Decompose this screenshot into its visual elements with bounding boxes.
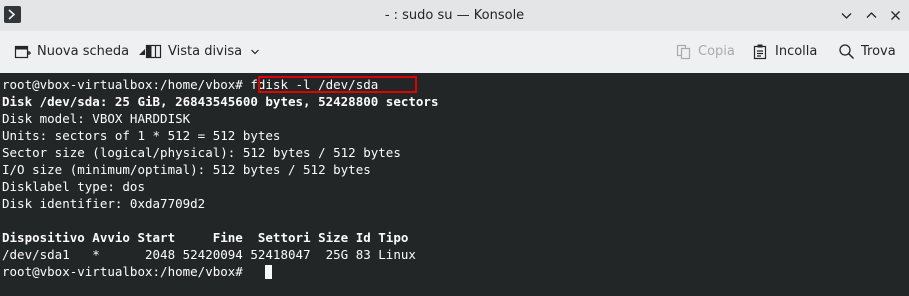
find-button[interactable]: Trova [838,31,896,72]
terminal-line: Units: sectors of 1 * 512 = 512 bytes [2,128,281,143]
split-view-button[interactable]: Vista divisa [145,31,266,72]
terminal-line: /dev/sda1 * 2048 52420094 52418047 25G 8… [2,247,416,262]
maximize-icon[interactable] [863,7,880,24]
konsole-window: - : sudo su — Konsole Nuova scheda Vista… [0,0,909,296]
paste-button[interactable]: Incolla [752,31,817,72]
terminal-line: Disk model: VBOX HARDDISK [2,111,191,126]
chevron-down-icon [250,47,266,57]
terminal-line: Sector size (logical/physical): 512 byte… [2,145,401,160]
minimize-icon[interactable] [838,7,855,24]
copy-button[interactable]: Copia [675,31,735,72]
terminal-line: I/O size (minimum/optimal): 512 bytes / … [2,162,371,177]
new-tab-icon [14,43,37,60]
new-tab-button[interactable]: Nuova scheda [14,31,153,72]
toolbar: Nuova scheda Vista divisa Copia Incolla … [0,31,909,72]
terminal-cursor [265,265,272,279]
copy-label: Copia [698,44,735,59]
terminal-prompt: root@vbox-virtualbox:/home/vbox# [2,264,251,279]
search-icon [838,43,861,60]
title-bar: - : sudo su — Konsole [0,0,909,31]
new-tab-label: Nuova scheda [37,44,130,59]
close-icon[interactable] [887,7,904,24]
copy-icon [675,43,698,60]
terminal-line: Disk /dev/sda: 25 GiB, 26843545600 bytes… [2,94,439,109]
find-label: Trova [861,44,896,59]
terminal-line: Dispositivo Avvio Start Fine Settori Siz… [2,230,409,245]
window-title: - : sudo su — Konsole [384,8,525,23]
command-highlight-box [258,76,417,93]
split-view-label: Vista divisa [168,44,243,59]
terminal-line: Disklabel type: dos [2,179,145,194]
terminal-line: Disk identifier: 0xda7709d2 [2,196,206,211]
paste-label: Incolla [775,44,818,59]
paste-icon [752,43,775,60]
split-view-icon [145,43,168,60]
terminal-output[interactable]: root@vbox-virtualbox:/home/vbox# fdisk -… [0,73,909,296]
